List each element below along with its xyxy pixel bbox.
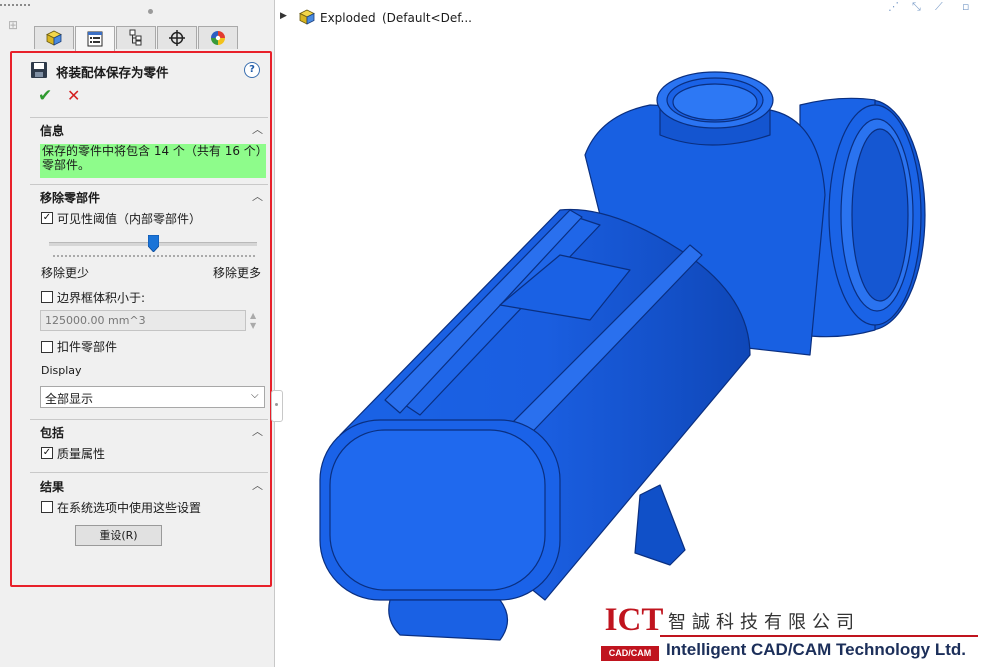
tab-configuration-manager[interactable]	[116, 26, 156, 49]
result-group-title[interactable]: 结果	[40, 478, 64, 495]
company-name-chinese: 智誠科技有限公司	[668, 612, 860, 633]
remove-divider	[30, 184, 268, 185]
ict-logo-text: ICT	[604, 602, 664, 638]
assembly-icon	[299, 9, 315, 25]
spin-up-icon[interactable]: ▲	[250, 312, 260, 320]
remove-collapse-chevron-icon[interactable]: ︿	[252, 191, 264, 202]
bounding-box-volume-input[interactable]: 125000.00 mm^3	[40, 310, 246, 331]
display-label: Display	[41, 364, 82, 377]
help-icon[interactable]: ?	[244, 62, 260, 78]
result-collapse-chevron-icon[interactable]: ︿	[252, 480, 264, 491]
cancel-x-icon[interactable]: ✕	[67, 86, 80, 105]
fasteners-checkbox[interactable]	[41, 341, 53, 353]
reset-button[interactable]: 重设(R)	[75, 525, 162, 546]
watermark-divider	[660, 635, 978, 637]
property-manager-pane: ⊞ 将装配体保存为零件 ? ✔ ✕ 信息 ︿ 保存的零件中将包含 14 个（共有…	[0, 0, 275, 667]
tree-node-label: Exploded	[320, 11, 376, 25]
fasteners-label: 扣件零部件	[57, 340, 118, 354]
tree-node-config: (Default<Def...	[382, 11, 472, 25]
bounding-box-checkbox[interactable]	[41, 291, 53, 303]
mass-properties-checkbox[interactable]: ✓	[41, 447, 53, 459]
tab-display-manager[interactable]	[198, 26, 238, 49]
tab-feature-manager[interactable]	[34, 26, 74, 49]
corner-grip	[0, 4, 30, 9]
visibility-threshold-checkbox[interactable]: ✓	[41, 212, 53, 224]
ict-logo: ICT CAD/CAM	[595, 600, 663, 664]
bounding-box-label: 边界框体积小于:	[57, 291, 146, 305]
include-divider	[30, 419, 268, 420]
mass-properties-label: 质量属性	[57, 447, 106, 461]
info-group-title[interactable]: 信息	[40, 122, 64, 139]
info-divider	[30, 117, 268, 118]
ict-logo-sub: CAD/CAM	[601, 646, 659, 661]
tab-property-manager[interactable]	[75, 26, 115, 51]
threshold-slider-thumb[interactable]	[147, 235, 159, 252]
model-part-group	[319, 71, 926, 641]
section-view-icon[interactable]: ⟋	[935, 0, 943, 14]
company-watermark: ICT CAD/CAM 智誠科技有限公司 Intelligent CAD/CAM…	[592, 598, 984, 666]
visibility-threshold-label: 可见性阈值（内部零部件）	[57, 212, 202, 226]
expand-arrow-icon[interactable]: ▶	[280, 11, 287, 21]
spin-down-icon[interactable]: ▼	[250, 322, 260, 330]
color-wheel-icon	[211, 31, 225, 45]
panel-title: 将装配体保存为零件	[56, 65, 169, 80]
view-orientation-icon[interactable]: ⋰	[888, 0, 899, 13]
company-name-english: Intelligent CAD/CAM Technology Ltd.	[666, 640, 966, 659]
slider-max-label: 移除更多	[213, 266, 262, 280]
view-tool-icon[interactable]: ⤡	[912, 0, 921, 14]
flyout-tree-icon[interactable]: ⊞	[8, 18, 26, 48]
panel-header: 将装配体保存为零件 ?	[30, 61, 260, 81]
use-in-options-label: 在系统选项中使用这些设置	[57, 501, 202, 515]
tab-dimxpert-manager[interactable]	[157, 26, 197, 49]
result-divider	[30, 472, 268, 473]
property-list-icon	[87, 31, 103, 47]
display-style-icon[interactable]: ▫	[962, 0, 969, 13]
include-group-title[interactable]: 包括	[40, 424, 64, 441]
pane-grip-dot[interactable]	[148, 9, 153, 14]
crosshair-icon	[169, 30, 185, 46]
configuration-tree-icon	[129, 29, 142, 46]
chevron-down-icon[interactable]: ⌵	[251, 390, 259, 401]
cube-icon	[46, 30, 62, 46]
include-collapse-chevron-icon[interactable]: ︿	[252, 426, 264, 437]
slider-min-label: 移除更少	[41, 266, 90, 280]
display-dropdown[interactable]: 全部显示	[40, 386, 265, 408]
remove-group-title[interactable]: 移除零部件	[40, 189, 100, 206]
use-in-options-checkbox[interactable]	[41, 501, 53, 513]
3d-model-viewport[interactable]	[300, 55, 940, 655]
info-collapse-chevron-icon[interactable]: ︿	[252, 124, 264, 135]
threshold-slider-ticks	[53, 255, 255, 260]
manager-tabs	[34, 26, 239, 51]
save-disk-icon	[31, 62, 47, 78]
ok-check-icon[interactable]: ✔	[38, 86, 52, 106]
pane-splitter-handle[interactable]	[271, 390, 283, 422]
info-message: 保存的零件中将包含 14 个（共有 16 个）零部件。	[40, 144, 266, 178]
